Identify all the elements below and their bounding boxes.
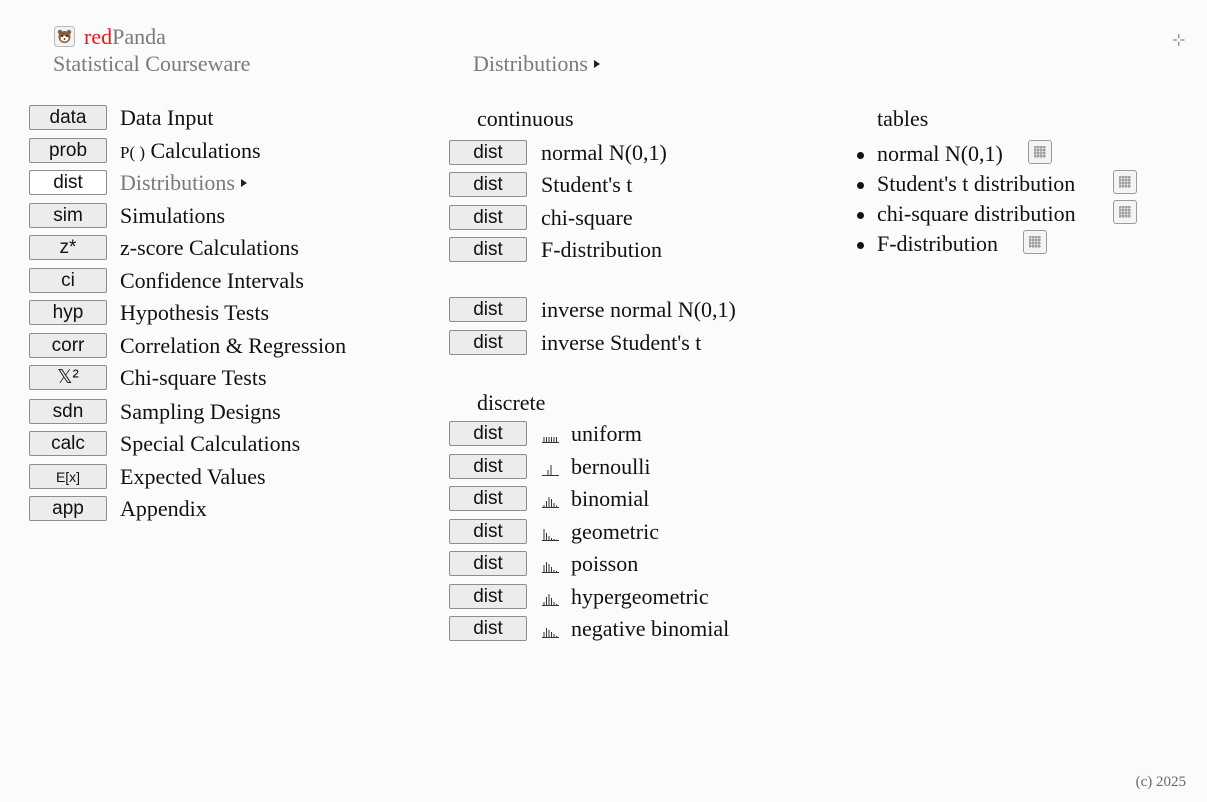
uniform-label: uniform [571,421,642,446]
negative-binomial-histogram-icon [542,628,559,638]
brand: redPanda [54,24,166,50]
expected-value-button-label: E[x] [55,469,81,485]
sidebar-item-correlation-regression: Correlation & Regression [120,333,347,358]
app-subtitle: Statistical Courseware [53,51,251,76]
copyright: (c) 2025 [1135,774,1186,790]
dist-students-t-button[interactable]: dist [449,172,527,197]
list-item: normal N(0,1) [857,141,1003,167]
ci-button[interactable]: ci [29,268,107,293]
dist-normal-button[interactable]: dist [449,140,527,165]
hypergeometric-histogram-icon [542,594,559,606]
z-star-button[interactable]: z* [29,235,107,260]
dist-inverse-students-t-button[interactable]: dist [449,330,527,355]
sim-button[interactable]: sim [29,203,107,228]
list-item: chi-square distribution [857,201,1076,227]
hypergeometric-label: hypergeometric [571,584,709,609]
table-grid-icon [1119,206,1131,218]
table-grid-icon [1119,176,1131,188]
dist-poisson-button[interactable]: dist [449,551,527,576]
dist-hypergeometric-button[interactable]: dist [449,584,527,609]
dist-inverse-normal-button[interactable]: dist [449,297,527,322]
tables-heading: tables [877,106,929,131]
sidebar-item-label: Calculations [150,138,261,163]
brand-red: red [84,24,113,49]
list-item: F-distribution [857,231,999,257]
dist-uniform-button[interactable]: dist [449,421,527,446]
binomial-label: binomial [571,486,650,511]
sidebar-item-chi-square-tests: Chi-square Tests [120,365,267,390]
sidebar-item-data-input: Data Input [120,105,214,130]
bullet [857,152,864,159]
hyp-button[interactable]: hyp [29,300,107,325]
brand-panda: Panda [112,24,166,49]
chi-square-label: chi-square [541,205,633,230]
uniform-histogram-icon [542,437,559,443]
dist-binomial-button[interactable]: dist [449,486,527,511]
f-distribution-label: F-distribution [541,237,663,262]
sidebar-item-distributions: Distributions [120,170,247,196]
prob-notation: P( ) [120,143,146,162]
table-grid-icon [1029,236,1041,248]
table-chi-square-label: chi-square distribution [877,201,1076,226]
red-panda-logo-icon [54,26,75,47]
chi-square-table-button[interactable] [1113,200,1137,224]
bullet [857,212,864,219]
negative-binomial-label: negative binomial [571,616,730,641]
sidebar-item-calculations: P( ) Calculations [120,138,261,166]
sidebar-item-label: Distributions [120,170,235,195]
binomial-histogram-icon [542,497,559,508]
sidebar-item-simulations: Simulations [120,203,226,228]
table-grid-icon [1034,146,1046,158]
geometric-histogram-icon [542,529,559,541]
table-f-distribution-label: F-distribution [877,231,999,256]
breadcrumb[interactable]: Distributions [473,51,600,77]
bernoulli-histogram-icon [542,465,559,476]
sidebar-item-special-calculations: Special Calculations [120,431,301,456]
calc-button[interactable]: calc [29,431,107,456]
discrete-heading: discrete [477,390,546,415]
bullet [857,182,864,189]
dist-button[interactable]: dist [29,170,107,195]
expand-icon[interactable]: ⊹ [1172,30,1185,50]
chi-square-button[interactable]: 𝕏² [29,365,107,390]
continuous-heading: continuous [477,106,574,131]
triangle-right-icon [593,60,600,68]
normal-table-button[interactable] [1028,140,1052,164]
triangle-right-icon [240,179,247,187]
data-button[interactable]: data [29,105,107,130]
inverse-normal-label: inverse normal N(0,1) [541,297,736,322]
expected-value-button[interactable]: E[x] [29,464,107,489]
sidebar-item-z-score: z-score Calculations [120,235,299,260]
geometric-label: geometric [571,519,659,544]
sdn-button[interactable]: sdn [29,399,107,424]
prob-button[interactable]: prob [29,138,107,163]
dist-geometric-button[interactable]: dist [449,519,527,544]
app-button[interactable]: app [29,496,107,521]
dist-f-distribution-button[interactable]: dist [449,237,527,262]
poisson-label: poisson [571,551,639,576]
breadcrumb-label: Distributions [473,51,588,76]
inverse-students-t-label: inverse Student's t [541,330,702,355]
corr-button[interactable]: corr [29,333,107,358]
table-normal-label: normal N(0,1) [877,141,1003,166]
normal-label: normal N(0,1) [541,140,667,165]
dist-bernoulli-button[interactable]: dist [449,454,527,479]
students-t-table-button[interactable] [1113,170,1137,194]
sidebar-item-appendix: Appendix [120,496,207,521]
dist-negative-binomial-button[interactable]: dist [449,616,527,641]
sidebar-item-hypothesis-tests: Hypothesis Tests [120,300,270,325]
sidebar-item-confidence-intervals: Confidence Intervals [120,268,304,293]
dist-chi-square-button[interactable]: dist [449,205,527,230]
bullet [857,242,864,249]
table-students-t-label: Student's t distribution [877,171,1076,196]
f-distribution-table-button[interactable] [1023,230,1047,254]
list-item: Student's t distribution [857,171,1076,197]
students-t-label: Student's t [541,172,633,197]
poisson-histogram-icon [542,562,559,573]
sidebar-item-sampling-designs: Sampling Designs [120,399,281,424]
bernoulli-label: bernoulli [571,454,651,479]
sidebar-item-expected-values: Expected Values [120,464,266,489]
